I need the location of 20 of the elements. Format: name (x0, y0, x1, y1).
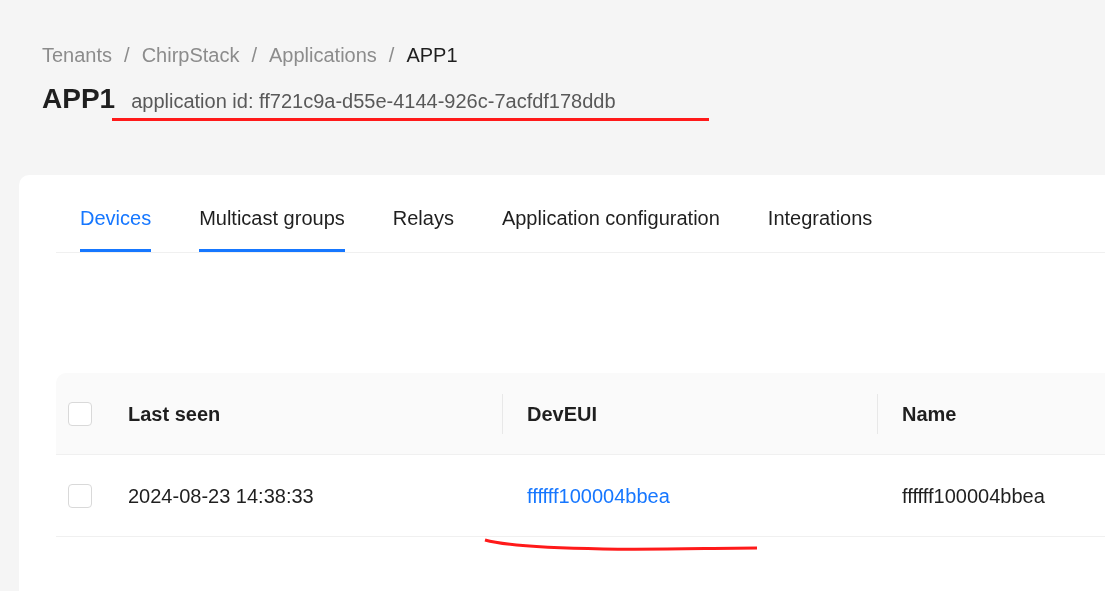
breadcrumb-item: APP1 (406, 43, 458, 68)
column-header: Last seen (128, 401, 221, 427)
tab[interactable]: Multicast groups (199, 183, 345, 252)
tab[interactable]: Devices (80, 183, 152, 252)
column-header: DevEUI (527, 401, 598, 427)
tab[interactable]: Relays (392, 183, 454, 252)
application-id: application id: ff721c9a-d55e-4144-926c-7acfdf178ddb (131, 89, 616, 114)
breadcrumb-item[interactable]: Applications (269, 40, 377, 70)
breadcrumb-separator: / (124, 43, 130, 68)
breadcrumb-item[interactable]: Tenants (42, 40, 113, 70)
table-cell: 2024-08-23 14:38:33 (128, 484, 314, 507)
breadcrumb-separator: / (251, 43, 257, 68)
tab[interactable]: Integrations (767, 183, 873, 252)
deveui-link[interactable]: ffffff100004bbea (527, 484, 670, 507)
column-header: Name (902, 401, 957, 427)
breadcrumb-separator: / (388, 43, 395, 68)
page-title: APP1 (42, 82, 116, 116)
tab[interactable]: Application configuration (501, 183, 720, 252)
table-cell: ffffff100004bbea (902, 484, 1045, 507)
breadcrumb-item[interactable]: ChirpStack (141, 40, 240, 70)
